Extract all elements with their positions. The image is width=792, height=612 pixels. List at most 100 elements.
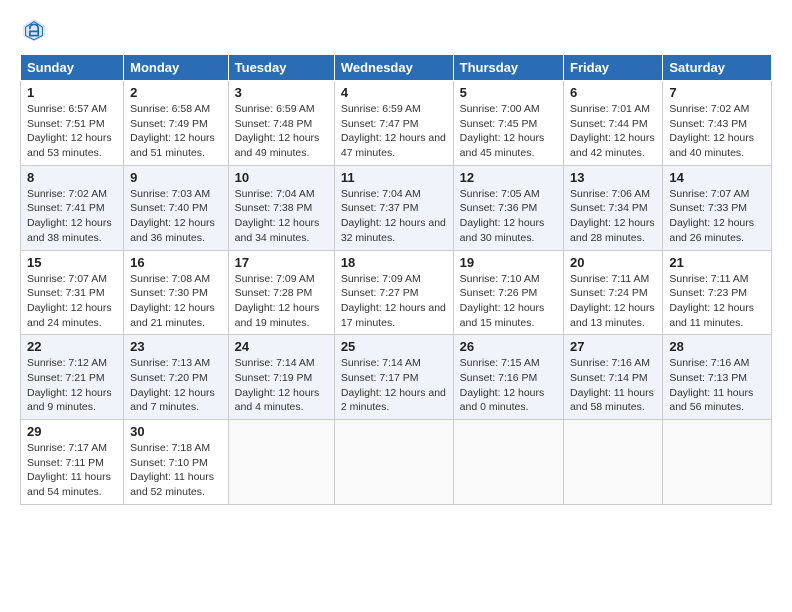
day-detail: Sunrise: 7:16 AMSunset: 7:13 PMDaylight:… [669,356,765,415]
day-number: 30 [130,424,222,439]
day-number: 21 [669,255,765,270]
calendar-cell: 24 Sunrise: 7:14 AMSunset: 7:19 PMDayligh… [228,335,334,420]
calendar-cell: 20Sunrise: 7:11 AMSunset: 7:24 PMDayligh… [564,250,663,335]
day-detail: Sunrise: 7:17 AMSunset: 7:11 PMDaylight:… [27,441,117,500]
day-detail: Sunrise: 6:58 AMSunset: 7:49 PMDaylight:… [130,102,222,161]
day-detail: Sunrise: 7:14 AMSunset: 7:19 PMDaylight:… [235,356,328,415]
page: SundayMondayTuesdayWednesdayThursdayFrid… [0,0,792,515]
calendar-cell: 21 Sunrise: 7:11 AMSunset: 7:23 PMDayligh… [663,250,772,335]
day-detail: Sunrise: 7:18 AMSunset: 7:10 PMDaylight:… [130,441,222,500]
calendar-cell: 23Sunrise: 7:13 AMSunset: 7:20 PMDayligh… [124,335,229,420]
day-detail: Sunrise: 6:59 AMSunset: 7:48 PMDaylight:… [235,102,328,161]
day-number: 8 [27,170,117,185]
calendar-cell: 11 Sunrise: 7:04 AMSunset: 7:37 PMDayligh… [334,165,453,250]
calendar-cell [453,420,563,505]
day-number: 24 [235,339,328,354]
day-detail: Sunrise: 7:11 AMSunset: 7:23 PMDaylight:… [669,272,765,331]
logo [20,16,52,44]
calendar-cell: 4 Sunrise: 6:59 AMSunset: 7:47 PMDaylight… [334,81,453,166]
logo-icon [20,16,48,44]
day-detail: Sunrise: 7:09 AMSunset: 7:27 PMDaylight:… [341,272,447,331]
calendar-cell: 30 Sunrise: 7:18 AMSunset: 7:10 PMDayligh… [124,420,229,505]
column-header-wednesday: Wednesday [334,55,453,81]
day-number: 26 [460,339,557,354]
column-header-friday: Friday [564,55,663,81]
calendar-cell: 29 Sunrise: 7:17 AMSunset: 7:11 PMDayligh… [21,420,124,505]
calendar-cell: 8 Sunrise: 7:02 AMSunset: 7:41 PMDaylight… [21,165,124,250]
calendar-cell: 17Sunrise: 7:09 AMSunset: 7:28 PMDayligh… [228,250,334,335]
day-detail: Sunrise: 7:02 AMSunset: 7:41 PMDaylight:… [27,187,117,246]
day-number: 23 [130,339,222,354]
day-detail: Sunrise: 7:08 AMSunset: 7:30 PMDaylight:… [130,272,222,331]
day-number: 27 [570,339,656,354]
day-detail: Sunrise: 7:05 AMSunset: 7:36 PMDaylight:… [460,187,557,246]
header [20,16,772,44]
week-row: 22 Sunrise: 7:12 AMSunset: 7:21 PMDayligh… [21,335,772,420]
day-number: 22 [27,339,117,354]
calendar-cell: 12Sunrise: 7:05 AMSunset: 7:36 PMDayligh… [453,165,563,250]
day-number: 19 [460,255,557,270]
day-detail: Sunrise: 7:01 AMSunset: 7:44 PMDaylight:… [570,102,656,161]
calendar-cell: 27 Sunrise: 7:16 AMSunset: 7:14 PMDayligh… [564,335,663,420]
day-number: 6 [570,85,656,100]
day-number: 3 [235,85,328,100]
week-row: 29 Sunrise: 7:17 AMSunset: 7:11 PMDayligh… [21,420,772,505]
day-number: 7 [669,85,765,100]
calendar-cell: 22 Sunrise: 7:12 AMSunset: 7:21 PMDayligh… [21,335,124,420]
day-detail: Sunrise: 6:59 AMSunset: 7:47 PMDaylight:… [341,102,447,161]
calendar-cell: 7Sunrise: 7:02 AMSunset: 7:43 PMDaylight… [663,81,772,166]
week-row: 15 Sunrise: 7:07 AMSunset: 7:31 PMDayligh… [21,250,772,335]
day-number: 10 [235,170,328,185]
day-detail: Sunrise: 7:04 AMSunset: 7:37 PMDaylight:… [341,187,447,246]
day-number: 14 [669,170,765,185]
calendar-cell: 2 Sunrise: 6:58 AMSunset: 7:49 PMDaylight… [124,81,229,166]
column-header-tuesday: Tuesday [228,55,334,81]
day-detail: Sunrise: 7:07 AMSunset: 7:33 PMDaylight:… [669,187,765,246]
calendar-cell: 10 Sunrise: 7:04 AMSunset: 7:38 PMDayligh… [228,165,334,250]
column-header-sunday: Sunday [21,55,124,81]
day-number: 1 [27,85,117,100]
day-detail: Sunrise: 7:16 AMSunset: 7:14 PMDaylight:… [570,356,656,415]
day-detail: Sunrise: 7:10 AMSunset: 7:26 PMDaylight:… [460,272,557,331]
day-detail: Sunrise: 7:12 AMSunset: 7:21 PMDaylight:… [27,356,117,415]
calendar-cell [564,420,663,505]
day-detail: Sunrise: 7:06 AMSunset: 7:34 PMDaylight:… [570,187,656,246]
calendar-cell: 16 Sunrise: 7:08 AMSunset: 7:30 PMDayligh… [124,250,229,335]
calendar-cell: 14 Sunrise: 7:07 AMSunset: 7:33 PMDayligh… [663,165,772,250]
day-number: 15 [27,255,117,270]
day-detail: Sunrise: 7:15 AMSunset: 7:16 PMDaylight:… [460,356,557,415]
day-number: 4 [341,85,447,100]
calendar-cell: 18Sunrise: 7:09 AMSunset: 7:27 PMDayligh… [334,250,453,335]
day-detail: Sunrise: 7:09 AMSunset: 7:28 PMDaylight:… [235,272,328,331]
day-detail: Sunrise: 7:14 AMSunset: 7:17 PMDaylight:… [341,356,447,415]
day-number: 9 [130,170,222,185]
day-number: 13 [570,170,656,185]
week-row: 8 Sunrise: 7:02 AMSunset: 7:41 PMDaylight… [21,165,772,250]
calendar-cell: 13 Sunrise: 7:06 AMSunset: 7:34 PMDayligh… [564,165,663,250]
day-number: 28 [669,339,765,354]
column-header-monday: Monday [124,55,229,81]
calendar-cell: 9Sunrise: 7:03 AMSunset: 7:40 PMDaylight… [124,165,229,250]
calendar-cell: 25 Sunrise: 7:14 AMSunset: 7:17 PMDayligh… [334,335,453,420]
calendar-cell [334,420,453,505]
week-row: 1Sunrise: 6:57 AMSunset: 7:51 PMDaylight… [21,81,772,166]
calendar-cell: 15 Sunrise: 7:07 AMSunset: 7:31 PMDayligh… [21,250,124,335]
day-number: 20 [570,255,656,270]
day-number: 16 [130,255,222,270]
day-number: 2 [130,85,222,100]
calendar-cell [228,420,334,505]
calendar-cell [663,420,772,505]
day-number: 11 [341,170,447,185]
day-detail: Sunrise: 7:00 AMSunset: 7:45 PMDaylight:… [460,102,557,161]
calendar-cell: 1Sunrise: 6:57 AMSunset: 7:51 PMDaylight… [21,81,124,166]
calendar-cell: 26 Sunrise: 7:15 AMSunset: 7:16 PMDayligh… [453,335,563,420]
day-number: 29 [27,424,117,439]
day-detail: Sunrise: 7:04 AMSunset: 7:38 PMDaylight:… [235,187,328,246]
day-detail: Sunrise: 7:07 AMSunset: 7:31 PMDaylight:… [27,272,117,331]
day-number: 5 [460,85,557,100]
column-header-saturday: Saturday [663,55,772,81]
calendar-cell: 3 Sunrise: 6:59 AMSunset: 7:48 PMDaylight… [228,81,334,166]
calendar-cell: 5 Sunrise: 7:00 AMSunset: 7:45 PMDaylight… [453,81,563,166]
day-number: 25 [341,339,447,354]
calendar-cell: 19 Sunrise: 7:10 AMSunset: 7:26 PMDayligh… [453,250,563,335]
